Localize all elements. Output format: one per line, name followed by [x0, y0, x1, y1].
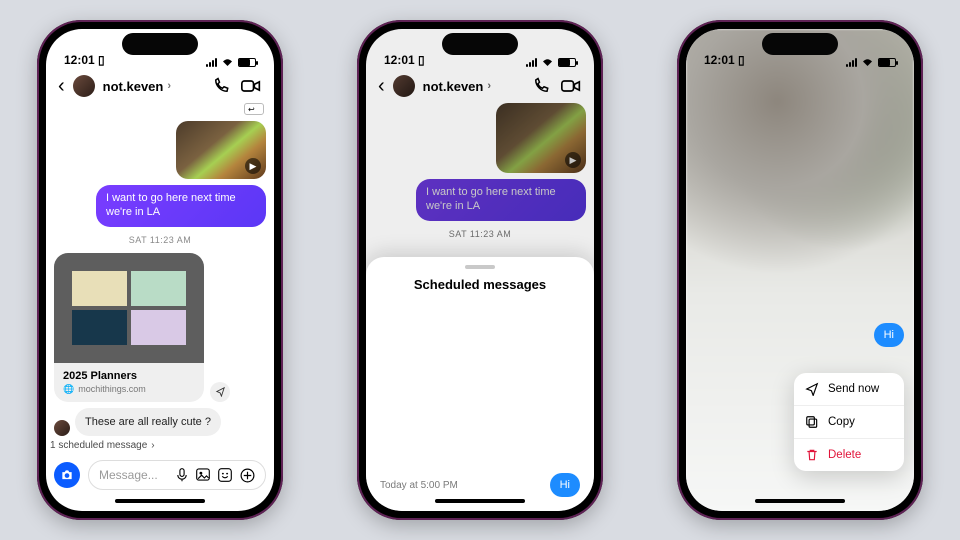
sheet-title: Scheduled messages	[378, 277, 582, 292]
audio-call-button[interactable]	[210, 75, 232, 97]
wifi-icon	[861, 57, 874, 67]
cellular-icon	[526, 58, 537, 67]
day-timestamp: SAT 11:23 AM	[54, 235, 266, 245]
phone-context-menu: 12:01 ▯ Hi Send now Copy Delete	[677, 20, 923, 520]
video-call-button[interactable]	[560, 75, 582, 97]
phone-chat: 12:01 ▯ ‹ not.keven › ↩ ▶	[37, 20, 283, 520]
notch	[762, 33, 838, 55]
scheduled-time: Today at 5:00 PM	[380, 480, 458, 491]
sticker-icon[interactable]	[218, 468, 232, 483]
status-time: 12:01	[704, 53, 735, 67]
wifi-icon	[541, 57, 554, 67]
sender-avatar	[54, 420, 70, 436]
status-time: 12:01	[64, 53, 95, 67]
link-source: mochithings.com	[78, 384, 146, 394]
day-timestamp: SAT 11:23 AM	[374, 229, 586, 239]
home-indicator	[686, 497, 914, 511]
message-input[interactable]: Message...	[88, 460, 266, 490]
chevron-right-icon: ›	[487, 80, 491, 92]
play-icon: ▶	[245, 158, 261, 174]
chat-username[interactable]: not.keven	[103, 79, 164, 94]
shared-video-thumbnail: ▶	[496, 103, 586, 173]
cellular-icon	[206, 58, 217, 67]
battery-icon	[238, 58, 256, 67]
home-indicator	[366, 497, 594, 511]
share-button[interactable]	[210, 382, 230, 402]
message-placeholder: Message...	[99, 468, 158, 482]
scheduled-banner-text: 1 scheduled message	[50, 440, 147, 451]
back-button[interactable]: ‹	[58, 75, 65, 98]
battery-icon	[558, 58, 576, 67]
scheduled-messages-sheet[interactable]: Scheduled messages Today at 5:00 PM Hi	[366, 257, 594, 511]
menu-delete[interactable]: Delete	[794, 438, 904, 471]
scheduled-banner[interactable]: 1 scheduled message ›	[46, 436, 274, 451]
wifi-icon	[221, 57, 234, 67]
menu-send-now-label: Send now	[828, 383, 879, 395]
back-button[interactable]: ‹	[378, 75, 385, 98]
play-icon: ▶	[565, 152, 581, 168]
link-preview-image	[54, 253, 204, 363]
context-menu: Send now Copy Delete	[794, 373, 904, 471]
globe-icon: 🌐	[63, 384, 74, 395]
link-title: 2025 Planners	[63, 370, 195, 382]
avatar[interactable]	[393, 75, 415, 97]
composer: Message...	[54, 455, 266, 495]
avatar[interactable]	[73, 75, 95, 97]
video-call-button[interactable]	[240, 75, 262, 97]
menu-copy[interactable]: Copy	[794, 405, 904, 438]
focused-scheduled-bubble[interactable]: Hi	[874, 323, 904, 347]
notch	[122, 33, 198, 55]
phone-scheduled-sheet: 12:01 ▯ ‹ not.keven › ▶ I want to go her…	[357, 20, 603, 520]
chat-header: ‹ not.keven ›	[46, 69, 274, 103]
shared-video-thumbnail[interactable]: ▶	[176, 121, 266, 179]
message-list[interactable]: ↩ ▶ I want to go here next time we're in…	[46, 103, 274, 436]
home-indicator	[46, 497, 274, 511]
chevron-right-icon: ›	[167, 80, 171, 92]
battery-icon	[878, 58, 896, 67]
status-glyph: ▯	[418, 53, 425, 67]
menu-copy-label: Copy	[828, 416, 855, 428]
send-icon	[805, 382, 819, 396]
reply-chip: ↩	[244, 103, 264, 115]
scheduled-bubble[interactable]: Hi	[550, 473, 580, 497]
chevron-right-icon: ›	[151, 440, 154, 451]
trash-icon	[805, 448, 819, 462]
outgoing-message: I want to go here next time we're in LA	[416, 179, 586, 221]
outgoing-message[interactable]: I want to go here next time we're in LA	[96, 185, 266, 227]
status-glyph: ▯	[738, 53, 745, 67]
copy-icon	[805, 415, 819, 429]
chat-username[interactable]: not.keven	[423, 79, 484, 94]
chat-header: ‹ not.keven ›	[366, 69, 594, 103]
status-glyph: ▯	[98, 53, 105, 67]
menu-send-now[interactable]: Send now	[794, 373, 904, 405]
camera-button[interactable]	[54, 462, 80, 488]
status-time: 12:01	[384, 53, 415, 67]
incoming-message[interactable]: These are all really cute ?	[75, 408, 221, 436]
sheet-grabber[interactable]	[465, 265, 495, 269]
cellular-icon	[846, 58, 857, 67]
audio-call-button[interactable]	[530, 75, 552, 97]
link-preview-card[interactable]: 2025 Planners 🌐 mochithings.com	[54, 253, 204, 402]
menu-delete-label: Delete	[828, 449, 861, 461]
gallery-icon[interactable]	[196, 468, 210, 483]
notch	[442, 33, 518, 55]
mic-icon[interactable]	[176, 468, 188, 483]
add-icon[interactable]	[240, 468, 255, 483]
